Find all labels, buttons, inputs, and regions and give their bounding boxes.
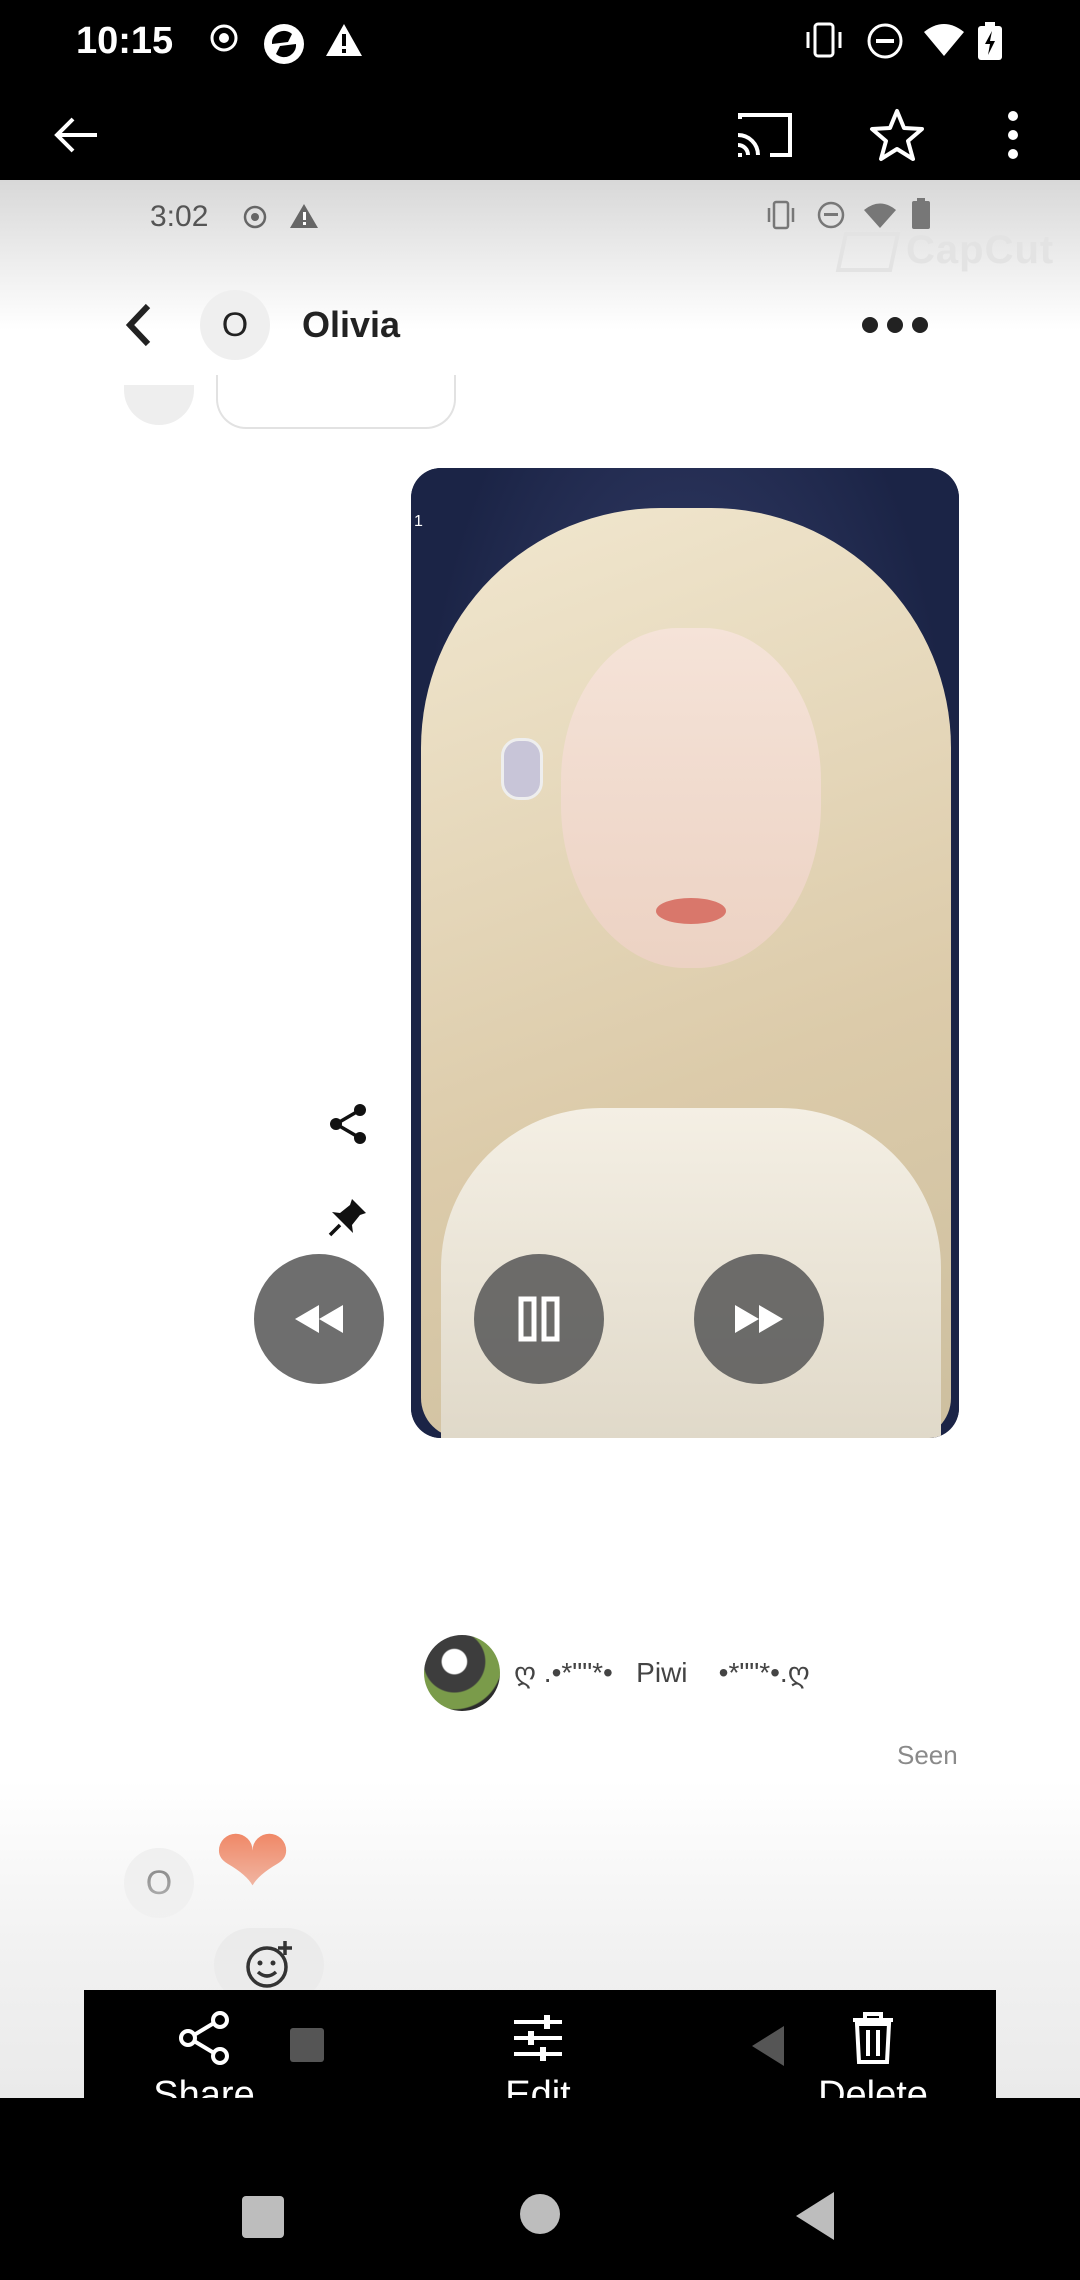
chat-more-icon[interactable] (860, 310, 930, 340)
status-bar: 10:15 (0, 0, 1080, 90)
inner-wifi-icon (864, 203, 896, 228)
seen-status: Seen (897, 1740, 958, 1770)
back-button[interactable] (42, 100, 112, 170)
home-button[interactable] (520, 2194, 560, 2234)
rewind-button[interactable] (254, 1254, 384, 1384)
trash-icon (853, 2012, 893, 2064)
video-viewer[interactable]: 3:02 CapCut O Olivia 1 ღ .•*""*• Piwi •*… (0, 180, 1080, 2098)
previous-message-bubble[interactable] (216, 375, 456, 429)
vibrate-icon (806, 22, 842, 58)
recents-button[interactable] (242, 2196, 284, 2238)
inner-record-icon (243, 205, 267, 229)
pause-button[interactable] (474, 1254, 604, 1384)
wifi-icon (924, 24, 964, 56)
previous-avatar (124, 385, 194, 425)
capcut-logo-icon (835, 232, 901, 273)
action-bar-background (0, 2098, 1080, 2178)
contact-avatar[interactable]: O (200, 290, 270, 360)
photo-earbud (501, 738, 543, 800)
fast-forward-button[interactable] (694, 1254, 824, 1384)
tune-icon (514, 2015, 562, 2061)
photo-index: 1 (414, 513, 423, 530)
pin-icon[interactable] (326, 1195, 370, 1239)
inner-status-time: 3:02 (150, 200, 209, 233)
star-icon (870, 109, 924, 161)
do-not-disturb-icon (867, 23, 903, 59)
more-vert-icon (1008, 111, 1018, 159)
share-icon[interactable] (326, 1102, 370, 1146)
record-icon (210, 24, 238, 52)
app-icon (264, 24, 304, 64)
inner-vibrate-icon (767, 200, 795, 230)
warning-icon (326, 24, 362, 56)
cast-button[interactable] (730, 100, 800, 170)
star-button[interactable] (862, 100, 932, 170)
contact-name[interactable]: Olivia (302, 304, 400, 346)
rewind-icon (295, 1305, 343, 1333)
system-back-button[interactable] (796, 2192, 834, 2240)
pin-author-avatar[interactable] (424, 1635, 500, 1711)
inner-battery-icon (912, 198, 930, 229)
fast-forward-icon (735, 1305, 783, 1333)
capcut-watermark: CapCut (835, 228, 1054, 273)
status-time: 10:15 (76, 20, 174, 62)
app-bar (0, 90, 1080, 180)
add-emoji-icon (246, 1941, 292, 1988)
pin-author-name[interactable]: ღ .•*""*• Piwi •*""*•.ღ (514, 1656, 810, 1689)
share-icon (179, 2011, 229, 2065)
arrow-left-icon (54, 117, 97, 153)
chat-back-icon[interactable] (120, 300, 160, 350)
inner-warning-icon (290, 204, 318, 228)
more-options-button[interactable] (978, 100, 1048, 170)
pause-icon (518, 1296, 560, 1342)
inner-dnd-icon (817, 201, 845, 229)
cast-icon (737, 113, 792, 157)
contact-initial: O (221, 305, 249, 344)
battery-icon (978, 22, 1002, 60)
photo-lips (656, 898, 726, 924)
